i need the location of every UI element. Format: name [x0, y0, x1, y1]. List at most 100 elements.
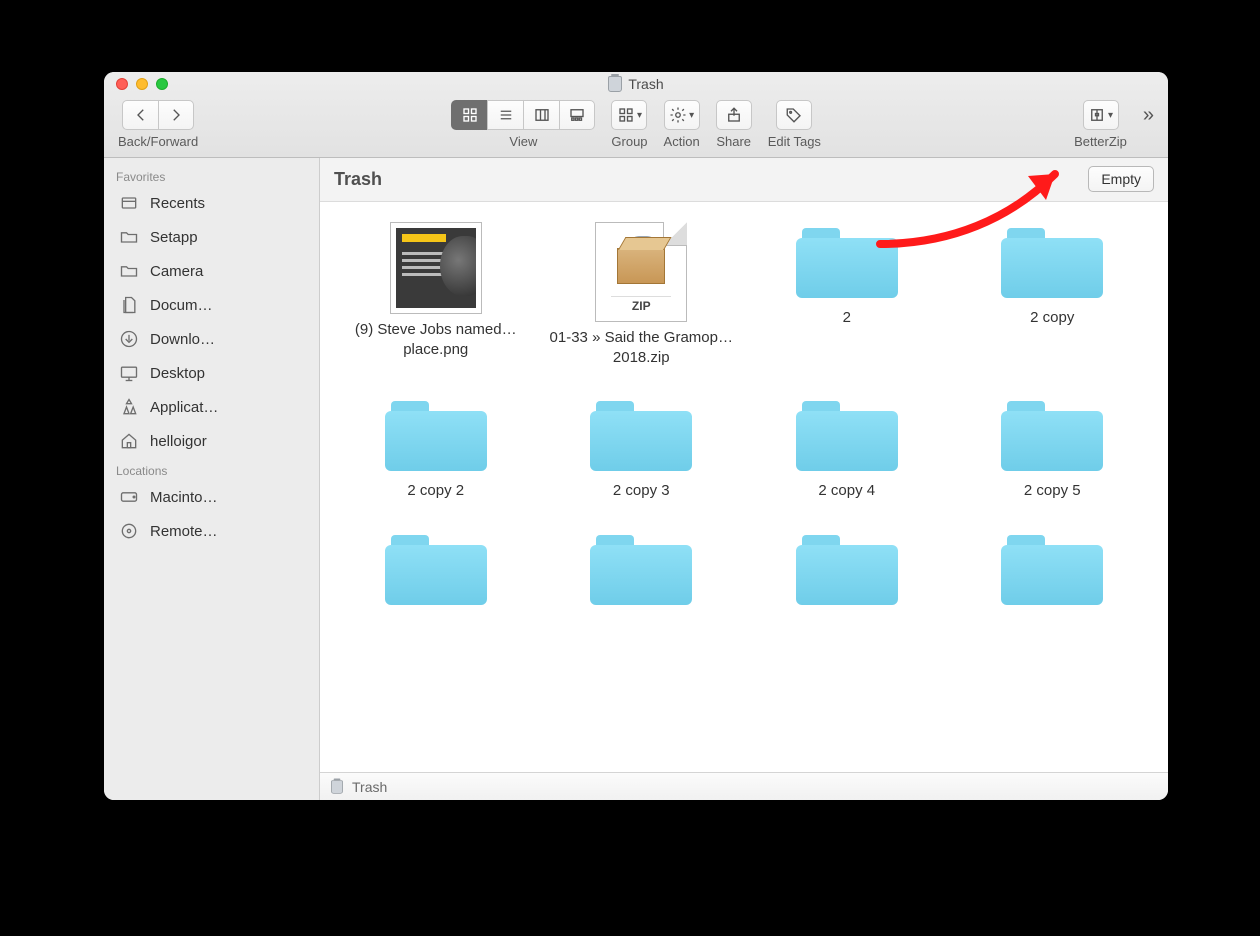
folder-icon — [792, 222, 902, 302]
documents-icon — [118, 294, 140, 316]
chevron-left-icon — [132, 106, 150, 124]
folder-icon — [586, 529, 696, 609]
group-button[interactable]: ▾ — [611, 100, 647, 130]
file-item[interactable] — [338, 529, 534, 615]
file-item[interactable]: 2 — [749, 222, 945, 367]
titlebar: Trash — [104, 72, 1168, 96]
action-group: ▾ Action — [664, 100, 700, 149]
sidebar-item-label: Downlo… — [150, 331, 215, 348]
betterzip-label: BetterZip — [1074, 134, 1127, 149]
location-title: Trash — [334, 169, 382, 190]
sidebar-item-camera[interactable]: Camera — [104, 254, 319, 288]
view-columns-button[interactable] — [523, 100, 559, 130]
image-file-icon — [390, 222, 482, 314]
window-title-text: Trash — [628, 76, 663, 92]
trash-icon — [608, 76, 622, 92]
finder-window: Trash Back/Forward — [104, 72, 1168, 800]
list-icon — [497, 106, 515, 124]
zip-badge: ZIP — [611, 296, 671, 314]
sidebar-item-home[interactable]: helloigor — [104, 424, 319, 458]
group-label: Group — [611, 134, 647, 149]
file-item-label: 2 copy 2 — [407, 481, 464, 501]
file-item[interactable] — [955, 529, 1151, 615]
window-title: Trash — [104, 76, 1168, 92]
sidebar-item-macintosh-hd[interactable]: Macinto… — [104, 480, 319, 514]
grid-icon — [617, 106, 635, 124]
folder-icon — [381, 395, 491, 475]
window-chrome: Trash Back/Forward — [104, 72, 1168, 158]
action-label: Action — [664, 134, 700, 149]
file-item[interactable]: ZIP 01-33 » Said the Gramop…2018.zip — [544, 222, 740, 367]
location-header: Trash Empty — [320, 158, 1168, 202]
file-item-label: 2 copy 5 — [1024, 481, 1081, 501]
sidebar-item-desktop[interactable]: Desktop — [104, 356, 319, 390]
sidebar-item-label: helloigor — [150, 433, 207, 450]
sidebar-item-setapp[interactable]: Setapp — [104, 220, 319, 254]
main-area: Trash Empty (9) Steve Jobs named…place.p… — [320, 158, 1168, 800]
file-item-label: 01-33 » Said the Gramop…2018.zip — [546, 328, 736, 367]
folder-icon — [118, 226, 140, 248]
file-item[interactable]: (9) Steve Jobs named…place.png — [338, 222, 534, 367]
share-button[interactable] — [716, 100, 752, 130]
file-item-label: 2 copy 3 — [613, 481, 670, 501]
file-item[interactable] — [544, 529, 740, 615]
view-label: View — [509, 134, 537, 149]
file-item-label: 2 copy — [1030, 308, 1074, 328]
back-button[interactable] — [122, 100, 158, 130]
sidebar-item-downloads[interactable]: Downlo… — [104, 322, 319, 356]
share-group: Share — [716, 100, 752, 149]
sidebar-item-recents[interactable]: Recents — [104, 186, 319, 220]
sidebar-item-documents[interactable]: Docum… — [104, 288, 319, 322]
share-icon — [725, 106, 743, 124]
betterzip-button[interactable]: ▾ — [1083, 100, 1119, 130]
file-item[interactable]: 2 copy 5 — [955, 395, 1151, 501]
sidebar-item-remote-disc[interactable]: Remote… — [104, 514, 319, 548]
home-icon — [118, 430, 140, 452]
folder-icon — [792, 395, 902, 475]
file-item[interactable]: 2 copy 4 — [749, 395, 945, 501]
archive-icon — [1088, 106, 1106, 124]
tag-icon — [785, 106, 803, 124]
forward-button[interactable] — [158, 100, 194, 130]
folder-icon — [586, 395, 696, 475]
chevron-right-icon — [167, 106, 185, 124]
folder-icon — [118, 260, 140, 282]
chevron-down-icon: ▾ — [689, 110, 694, 121]
sidebar-item-label: Recents — [150, 195, 205, 212]
recents-icon — [118, 192, 140, 214]
hdd-icon — [118, 486, 140, 508]
share-label: Share — [716, 134, 751, 149]
betterzip-group: ▾ BetterZip — [1074, 100, 1127, 149]
file-item[interactable]: 2 copy — [955, 222, 1151, 367]
sidebar-item-label: Docum… — [150, 297, 213, 314]
gear-icon — [669, 106, 687, 124]
empty-trash-button[interactable]: Empty — [1088, 166, 1154, 192]
view-icons-button[interactable] — [451, 100, 487, 130]
action-button[interactable]: ▾ — [664, 100, 700, 130]
sidebar-item-label: Remote… — [150, 523, 218, 540]
toolbar: Back/Forward — [104, 96, 1168, 157]
folder-icon — [381, 529, 491, 609]
sidebar-header: Favorites — [104, 164, 319, 186]
file-item[interactable]: 2 copy 3 — [544, 395, 740, 501]
zip-file-icon: ZIP — [595, 222, 687, 322]
gallery-icon — [568, 106, 586, 124]
file-item[interactable]: 2 copy 2 — [338, 395, 534, 501]
file-item[interactable] — [749, 529, 945, 615]
trash-icon — [331, 780, 343, 794]
path-bar[interactable]: Trash — [320, 772, 1168, 800]
file-item-label: 2 copy 4 — [818, 481, 875, 501]
sidebar-item-label: Camera — [150, 263, 203, 280]
grid-icon — [461, 106, 479, 124]
icon-grid-area[interactable]: (9) Steve Jobs named…place.png ZIP 01-33 »… — [320, 202, 1168, 772]
sidebar: Favorites Recents Setapp Camera Docum… — [104, 158, 320, 800]
sidebar-item-applications[interactable]: Applicat… — [104, 390, 319, 424]
downloads-icon — [118, 328, 140, 350]
view-list-button[interactable] — [487, 100, 523, 130]
toolbar-overflow-button[interactable]: » — [1143, 100, 1154, 130]
view-group: View — [451, 100, 595, 149]
edit-tags-button[interactable] — [776, 100, 812, 130]
sidebar-item-label: Macinto… — [150, 489, 218, 506]
folder-icon — [997, 222, 1107, 302]
view-gallery-button[interactable] — [559, 100, 595, 130]
